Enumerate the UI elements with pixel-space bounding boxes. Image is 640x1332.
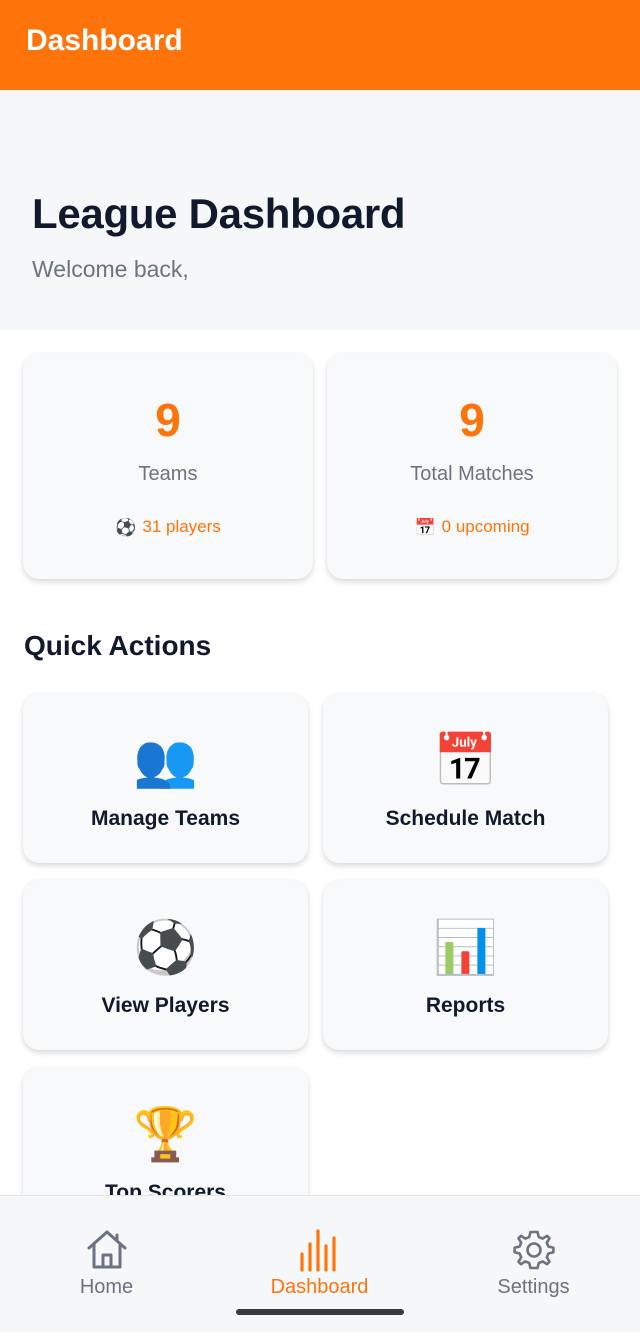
- bar-chart-icon: 📊: [433, 919, 498, 977]
- home-indicator: [236, 1309, 404, 1315]
- trophy-icon: 🏆: [133, 1106, 198, 1164]
- matches-count: 9: [459, 394, 485, 446]
- view-players-label: View Players: [101, 994, 230, 1017]
- teams-label: Teams: [138, 463, 198, 485]
- calendar-icon: 📅: [433, 732, 498, 790]
- nav-dashboard[interactable]: Dashboard: [213, 1196, 426, 1316]
- people-icon: 👥: [133, 732, 198, 790]
- soccer-ball-icon: ⚽: [133, 919, 198, 977]
- nav-home-label: Home: [79, 1276, 134, 1298]
- welcome-header: League Dashboard Welcome back,: [0, 90, 640, 330]
- quick-actions-title: Quick Actions: [24, 630, 212, 661]
- schedule-match-label: Schedule Match: [385, 807, 546, 830]
- manage-teams-label: Manage Teams: [91, 807, 240, 830]
- matches-label: Total Matches: [410, 463, 534, 485]
- manage-teams-button[interactable]: 👥 Manage Teams: [23, 693, 308, 863]
- app-bar: Dashboard: [0, 0, 640, 90]
- matches-stat-card[interactable]: 9 Total Matches 📅 0 upcoming: [327, 353, 617, 579]
- reports-button[interactable]: 📊 Reports: [323, 880, 608, 1050]
- nav-dashboard-label: Dashboard: [270, 1276, 369, 1298]
- players-count: 31 players: [142, 517, 221, 536]
- gear-icon: [512, 1230, 555, 1270]
- calendar-icon: 📅: [414, 517, 436, 537]
- upcoming-count-row: 📅 0 upcoming: [327, 517, 617, 537]
- teams-count: 9: [155, 394, 181, 446]
- home-icon: [87, 1230, 126, 1269]
- welcome-text: Welcome back,: [32, 256, 189, 282]
- upcoming-count: 0 upcoming: [441, 517, 530, 536]
- page-title: League Dashboard: [32, 190, 406, 237]
- view-players-button[interactable]: ⚽ View Players: [23, 880, 308, 1050]
- nav-settings-label: Settings: [497, 1276, 570, 1298]
- teams-stat-card[interactable]: 9 Teams ⚽ 31 players: [23, 353, 313, 579]
- players-count-row: ⚽ 31 players: [23, 517, 313, 537]
- nav-settings[interactable]: Settings: [427, 1196, 640, 1316]
- reports-label: Reports: [425, 994, 506, 1017]
- bar-chart-icon: [299, 1229, 336, 1272]
- soccer-ball-icon: ⚽: [115, 517, 137, 537]
- app-bar-title: Dashboard: [26, 24, 183, 57]
- schedule-match-button[interactable]: 📅 Schedule Match: [323, 693, 608, 863]
- nav-home[interactable]: Home: [0, 1196, 213, 1316]
